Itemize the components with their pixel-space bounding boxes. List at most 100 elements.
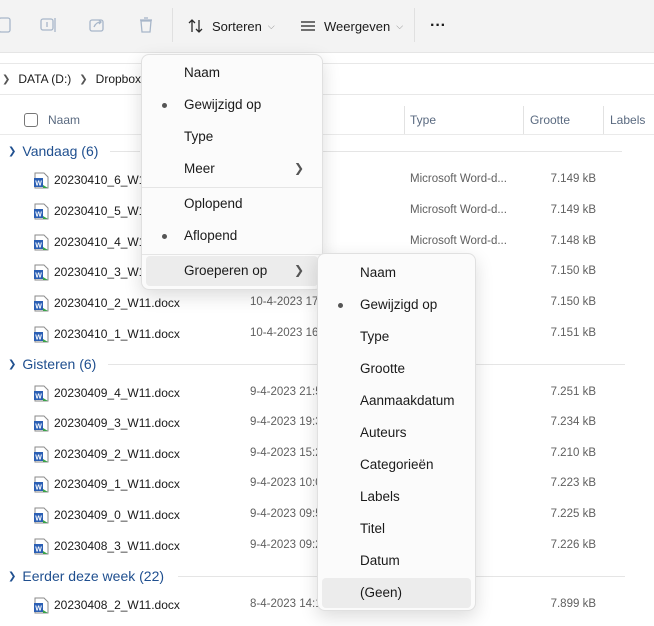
chevron-down-icon: ❯	[8, 570, 17, 582]
table-row[interactable]: W20230410_6_W1110Microsoft Word-d...7.14…	[0, 165, 654, 195]
column-divider[interactable]	[404, 106, 405, 134]
file-size: 7.149 kB	[550, 204, 596, 216]
more-label: ···	[430, 17, 446, 34]
more-options-button[interactable]: ···	[430, 14, 446, 38]
group-header-yesterday[interactable]: ❯ Gisteren (6)	[8, 356, 96, 372]
menu-item-label: Gewijzigd op	[360, 297, 438, 312]
menu-item-label: Titel	[360, 521, 386, 536]
word-document-icon: W	[34, 385, 49, 402]
word-document-icon: W	[34, 326, 49, 343]
menu-item-label: (Geen)	[360, 585, 403, 600]
sort-button[interactable]: Sorteren ⌵	[188, 14, 275, 38]
menu-item-label: Datum	[360, 553, 400, 568]
chevron-right-icon: ❯	[293, 263, 304, 277]
breadcrumb-dropbox[interactable]: Dropbox	[96, 72, 141, 86]
sort-menu-item-modified[interactable]: Gewijzigd op	[146, 90, 318, 120]
file-name: 20230409_1_W11.docx	[54, 477, 180, 491]
toolbar-divider	[414, 8, 415, 42]
group-menu-item[interactable]: Categorieën	[322, 450, 471, 480]
svg-text:W: W	[35, 273, 42, 280]
column-divider[interactable]	[523, 106, 524, 134]
file-size: 7.234 kB	[550, 416, 596, 428]
menu-item-label: Meer	[184, 161, 215, 176]
svg-text:W: W	[35, 243, 42, 250]
menu-item-label: Naam	[184, 65, 221, 80]
svg-text:W: W	[35, 606, 42, 613]
group-divider	[322, 151, 622, 152]
sort-menu-item-more[interactable]: Meer ❯	[146, 154, 318, 184]
group-label: Gisteren (6)	[22, 356, 97, 372]
word-document-icon: W	[34, 476, 49, 493]
group-menu-item[interactable]: Type	[322, 322, 471, 352]
group-by-submenu: Naam Gewijzigd op Type Grootte Aanmaakdatum A…	[317, 253, 476, 611]
group-menu-item[interactable]: Labels	[322, 482, 471, 512]
sort-menu-item-ascending[interactable]: Oplopend	[146, 189, 318, 219]
group-header-today[interactable]: ❯ Vandaag (6)	[8, 143, 98, 159]
file-size: 7.150 kB	[550, 265, 596, 277]
menu-item-label: Labels	[360, 489, 400, 504]
view-lines-icon	[301, 21, 315, 31]
group-divider	[110, 151, 140, 152]
file-size: 7.150 kB	[550, 296, 596, 308]
breadcrumb-data-drive[interactable]: DATA (D:)	[18, 72, 71, 86]
sort-menu-item-type[interactable]: Type	[146, 122, 318, 152]
rename-icon[interactable]	[38, 14, 60, 36]
sort-menu-item-group-by[interactable]: Groeperen op ❯	[146, 256, 318, 286]
file-size: 7.251 kB	[550, 386, 596, 398]
column-type[interactable]: Type	[410, 113, 436, 127]
file-date: 9-4-2023 09:5	[250, 508, 322, 520]
chevron-down-icon: ❯	[8, 358, 17, 370]
share-icon[interactable]	[86, 14, 108, 36]
group-divider	[475, 364, 625, 365]
group-menu-item[interactable]: Grootte	[322, 354, 471, 384]
svg-text:W: W	[35, 455, 42, 462]
file-size: 7.226 kB	[550, 539, 596, 551]
column-name[interactable]: Naam	[48, 113, 80, 127]
file-type: Microsoft Word-d...	[410, 173, 507, 185]
file-date: 9-4-2023 15:2	[250, 447, 322, 459]
group-menu-item[interactable]: Naam	[322, 258, 471, 288]
column-size[interactable]: Grootte	[530, 113, 570, 127]
copy-icon[interactable]	[0, 14, 16, 36]
word-document-icon: W	[34, 295, 49, 312]
group-header-earlier-this-week[interactable]: ❯ Eerder deze week (22)	[8, 568, 164, 584]
file-size: 7.225 kB	[550, 508, 596, 520]
group-divider	[108, 364, 318, 365]
sort-arrows-icon	[188, 19, 203, 33]
word-document-icon: W	[34, 507, 49, 524]
file-name: 20230408_2_W11.docx	[54, 598, 180, 612]
word-document-icon: W	[34, 597, 49, 614]
sort-menu-item-descending[interactable]: Aflopend	[146, 221, 318, 251]
svg-text:W: W	[35, 181, 42, 188]
menu-item-label: Type	[184, 129, 214, 144]
column-labels[interactable]: Labels	[610, 113, 645, 127]
svg-text:W: W	[35, 424, 42, 431]
word-document-icon: W	[34, 446, 49, 463]
view-label: Weergeven	[324, 18, 391, 34]
file-date: 9-4-2023 09:2	[250, 539, 322, 551]
group-menu-item[interactable]: Titel	[322, 514, 471, 544]
sort-menu-item-name[interactable]: Naam	[146, 58, 318, 88]
svg-text:W: W	[35, 516, 42, 523]
column-divider[interactable]	[603, 106, 604, 134]
view-button[interactable]: Weergeven ⌵	[300, 14, 403, 38]
group-divider	[178, 576, 318, 577]
trash-icon[interactable]	[135, 14, 157, 36]
file-date: 10-4-2023 16	[250, 327, 319, 339]
group-menu-item[interactable]: Auteurs	[322, 418, 471, 448]
address-bar[interactable]: ❯ DATA (D:) ❯ Dropbox	[0, 63, 654, 95]
file-name: 20230409_4_W11.docx	[54, 386, 180, 400]
file-name: 20230410_5_W11	[54, 204, 152, 218]
group-menu-item[interactable]: Aanmaakdatum	[322, 386, 471, 416]
table-row[interactable]: W20230410_5_W1137Microsoft Word-d...7.14…	[0, 196, 654, 226]
group-menu-item[interactable]: Gewijzigd op	[322, 290, 471, 320]
file-name: 20230410_6_W11	[54, 173, 152, 187]
file-type: Microsoft Word-d...	[410, 204, 507, 216]
group-menu-item[interactable]: (Geen)	[322, 578, 471, 608]
menu-item-label: Groeperen op	[184, 263, 268, 278]
group-label: Vandaag (6)	[22, 143, 99, 159]
group-label: Eerder deze week (22)	[22, 568, 165, 584]
group-menu-item[interactable]: Datum	[322, 546, 471, 576]
file-size: 7.151 kB	[550, 327, 596, 339]
select-all-checkbox[interactable]	[24, 113, 38, 127]
